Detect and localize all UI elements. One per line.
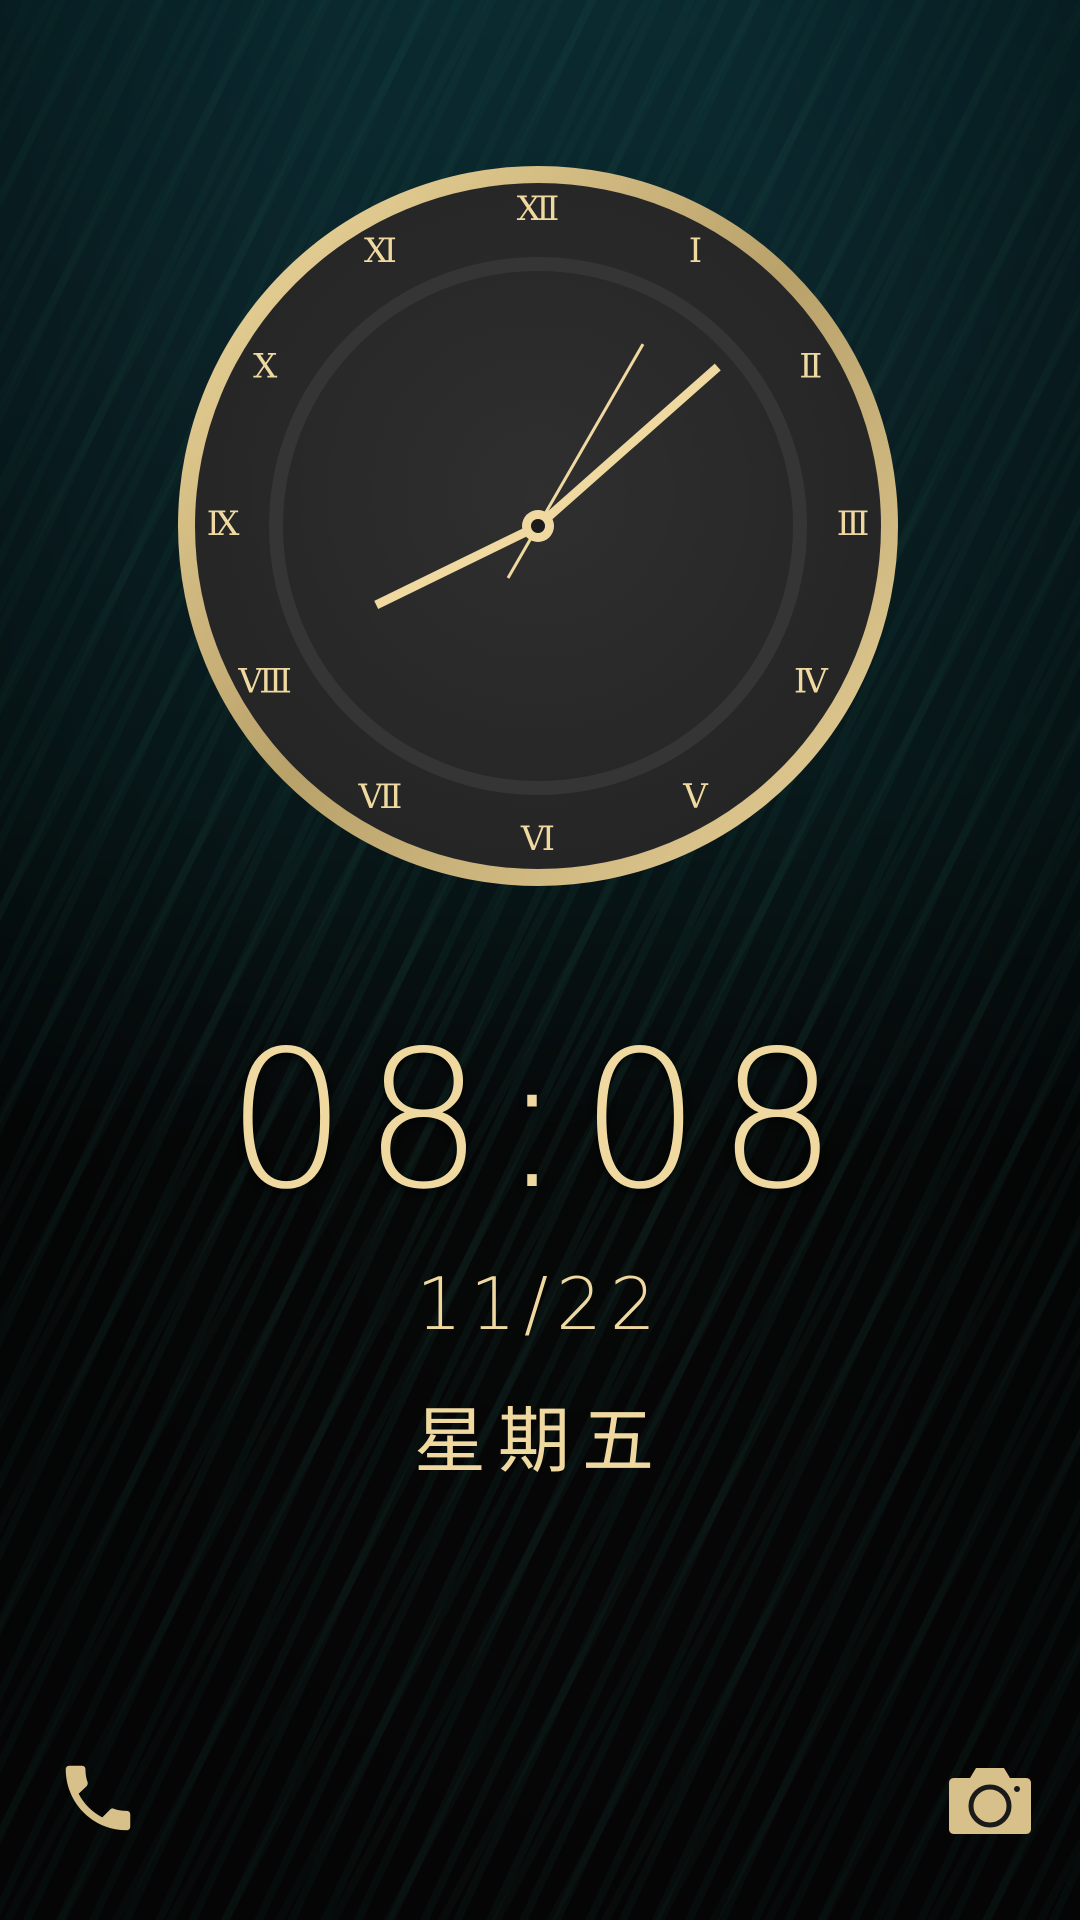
clock-numeral: Ⅰ [689, 231, 702, 271]
camera-icon [946, 1762, 1034, 1842]
clock-numeral: Ⅱ [799, 347, 822, 387]
camera-shortcut-button[interactable] [940, 1752, 1040, 1852]
clock-numeral: Ⅷ [237, 662, 292, 702]
clock-numeral: Ⅸ [207, 504, 240, 544]
analog-clock: Ⅻ Ⅰ Ⅱ Ⅲ Ⅳ Ⅴ Ⅵ Ⅶ Ⅷ Ⅸ Ⅹ Ⅺ [178, 166, 898, 886]
clock-numeral: Ⅲ [837, 504, 870, 544]
clock-numeral: Ⅵ [520, 819, 555, 859]
analog-clock-face: Ⅻ Ⅰ Ⅱ Ⅲ Ⅳ Ⅴ Ⅵ Ⅶ Ⅷ Ⅸ Ⅹ Ⅺ [178, 166, 898, 886]
clock-numeral: Ⅶ [358, 777, 403, 817]
clock-numeral: Ⅴ [682, 777, 709, 817]
clock-numeral: Ⅻ [517, 189, 560, 229]
clock-numeral: Ⅹ [253, 347, 278, 387]
weekday-label: 星期五 [413, 1399, 666, 1483]
clock-numeral: Ⅺ [364, 231, 397, 271]
clock-numeral: Ⅳ [794, 662, 829, 702]
phone-shortcut-button[interactable] [48, 1750, 148, 1850]
phone-icon [55, 1755, 141, 1845]
digital-time: 08:08 [226, 1010, 854, 1231]
date-label: 11/22 [416, 1262, 664, 1346]
clock-center-pin [531, 519, 545, 533]
